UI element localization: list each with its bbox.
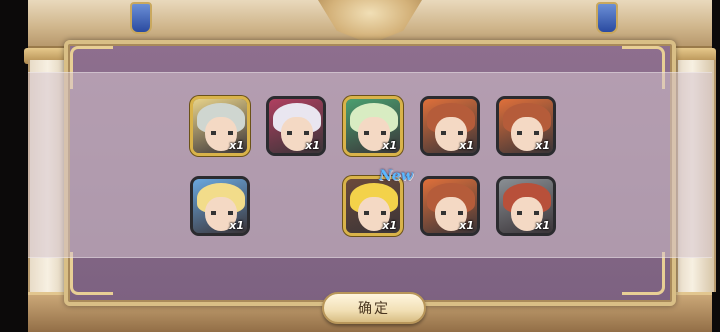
reward-count: x1	[459, 139, 474, 152]
lantern-icon	[596, 2, 618, 34]
reward-card[interactable]: x1	[420, 176, 480, 236]
reward-count: x1	[229, 219, 244, 232]
reward-count: x1	[459, 219, 474, 232]
new-badge: New	[379, 168, 413, 184]
portrait-eyes	[211, 211, 233, 215]
reward-count: x1	[382, 139, 397, 152]
portrait-eyes	[364, 211, 386, 215]
portrait-eyes	[287, 131, 309, 135]
reward-card[interactable]: x1	[420, 96, 480, 156]
portrait-eyes	[517, 211, 539, 215]
reward-card[interactable]: x1	[343, 96, 403, 156]
reward-card[interactable]: x1	[496, 96, 556, 156]
reward-card[interactable]: x1	[190, 96, 250, 156]
confirm-button[interactable]: 确定	[322, 292, 426, 324]
portrait-eyes	[441, 131, 463, 135]
gacha-result-screen: x1 x1 x1 x1 x1 x1 x1 New x1 x1 确定	[0, 0, 720, 332]
reward-card[interactable]: x1	[266, 96, 326, 156]
reward-card[interactable]: x1	[343, 176, 403, 236]
portrait-eyes	[211, 131, 233, 135]
lantern-icon	[130, 2, 152, 34]
panel-corner-ornament	[622, 252, 665, 295]
portrait-eyes	[441, 211, 463, 215]
reward-card[interactable]: x1	[190, 176, 250, 236]
portrait-eyes	[364, 131, 386, 135]
portrait-eyes	[517, 131, 539, 135]
reward-card[interactable]: x1	[496, 176, 556, 236]
panel-corner-ornament	[70, 252, 113, 295]
reward-count: x1	[535, 219, 550, 232]
reward-count: x1	[305, 139, 320, 152]
reward-count: x1	[382, 219, 397, 232]
reward-count: x1	[535, 139, 550, 152]
reward-count: x1	[229, 139, 244, 152]
